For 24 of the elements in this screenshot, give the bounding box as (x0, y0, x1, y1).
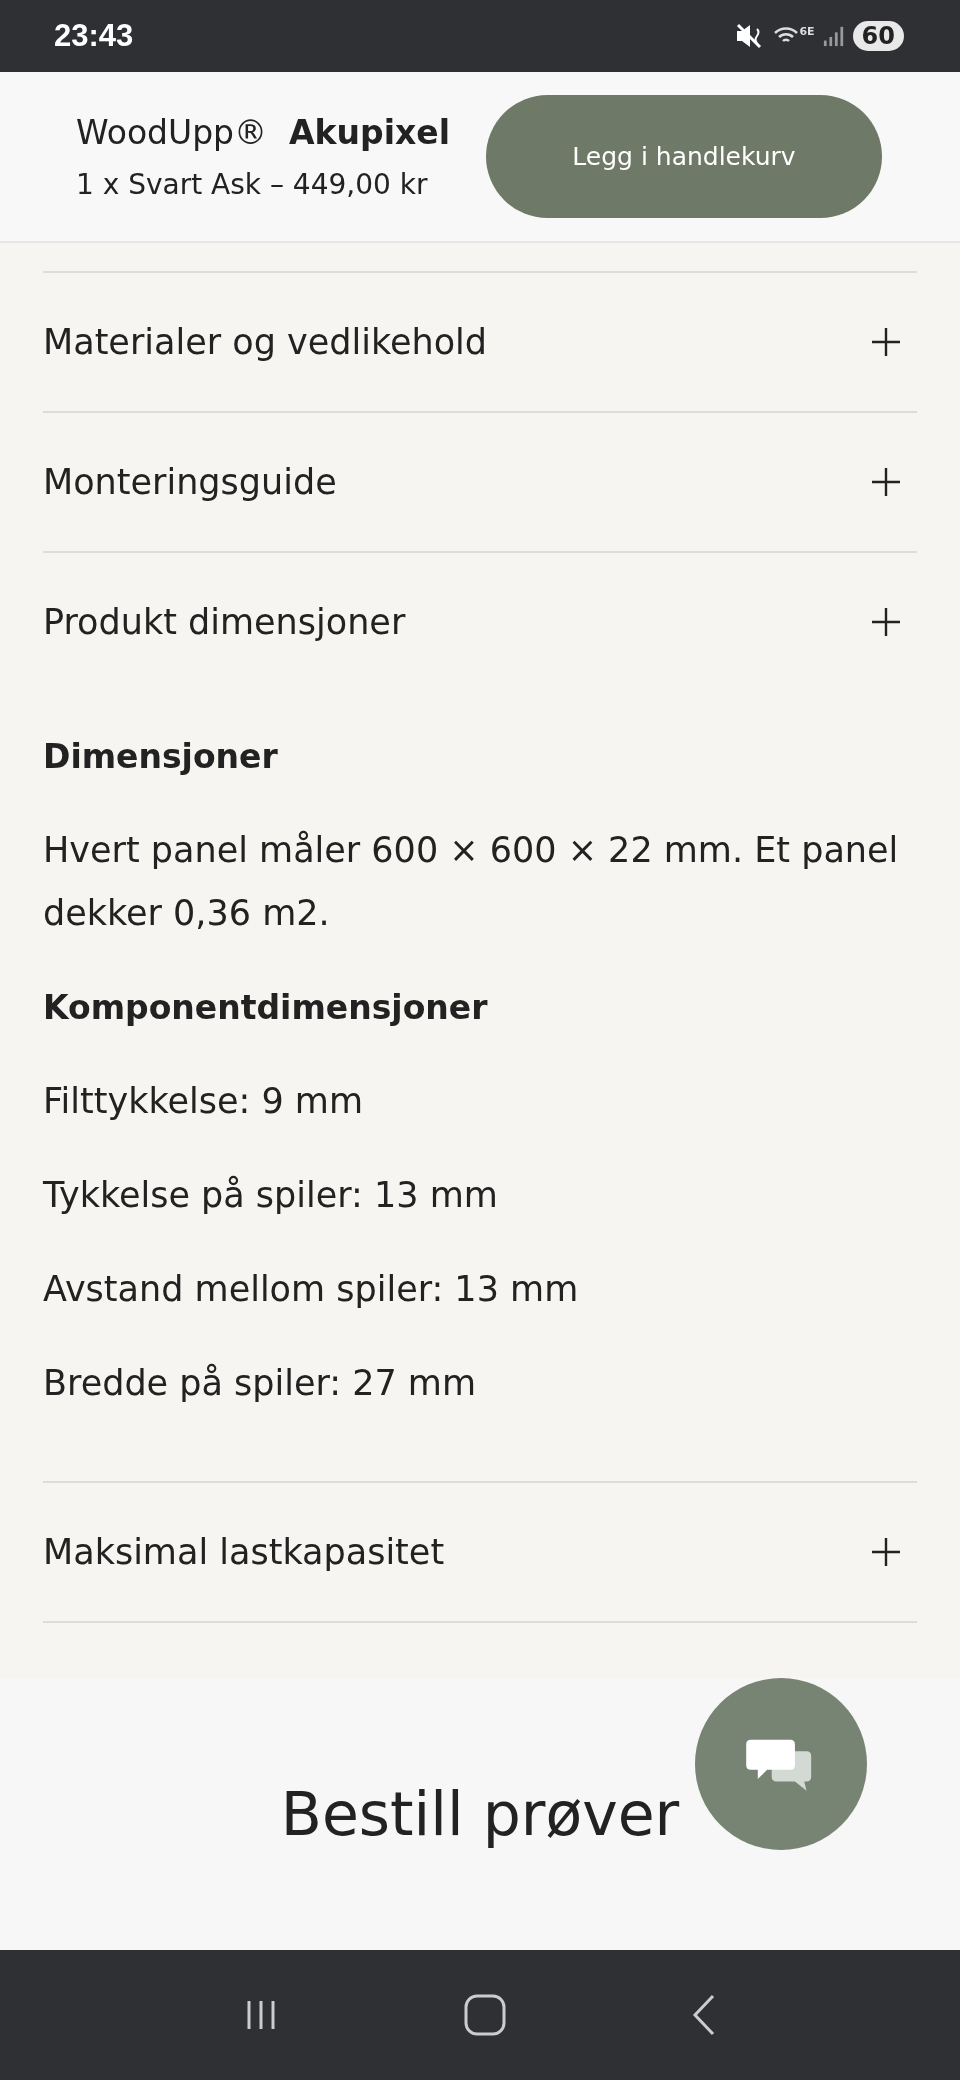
plus-icon (871, 467, 901, 497)
variant-price: 1 x Svart Ask – 449,00 kr (76, 167, 429, 201)
plus-icon (871, 1537, 901, 1567)
content-text: Tykkelse på spiler: 13 mm (43, 1174, 499, 1217)
plus-icon (871, 607, 901, 637)
signal-icon (822, 24, 845, 48)
content-text: Filttykkelse: 9 mm (43, 1080, 364, 1123)
home-icon[interactable] (463, 1993, 507, 2037)
plus-icon (871, 327, 901, 357)
product-name: Akupixel (289, 112, 450, 152)
accordion-header[interactable]: Maksimal lastkapasitet (43, 1483, 917, 1621)
section-heading: Bestill prøver (280, 1779, 680, 1849)
status-time: 23:43 (54, 18, 134, 54)
add-to-cart-button[interactable]: Legg i handlekurv (486, 95, 882, 218)
content-heading: Komponentdimensjoner (43, 987, 489, 1029)
accordion-header[interactable]: Monteringsguide (43, 413, 917, 551)
content-text: Hvert panel måler 600 × 600 × 22 mm. Et panel dekker 0,36 m2. (43, 829, 900, 935)
accordion-header[interactable]: Materialer og vedlikehold (43, 273, 917, 411)
content-text: Avstand mellom spiler: 13 mm (43, 1268, 580, 1311)
content-heading: Dimensjoner (43, 736, 279, 778)
brand-name: WoodUpp® (76, 112, 268, 152)
battery-indicator: 60 (852, 21, 904, 51)
accordion-header[interactable]: Produkt dimensjoner (43, 553, 917, 691)
content-text: Bredde på spiler: 27 mm (43, 1362, 478, 1405)
